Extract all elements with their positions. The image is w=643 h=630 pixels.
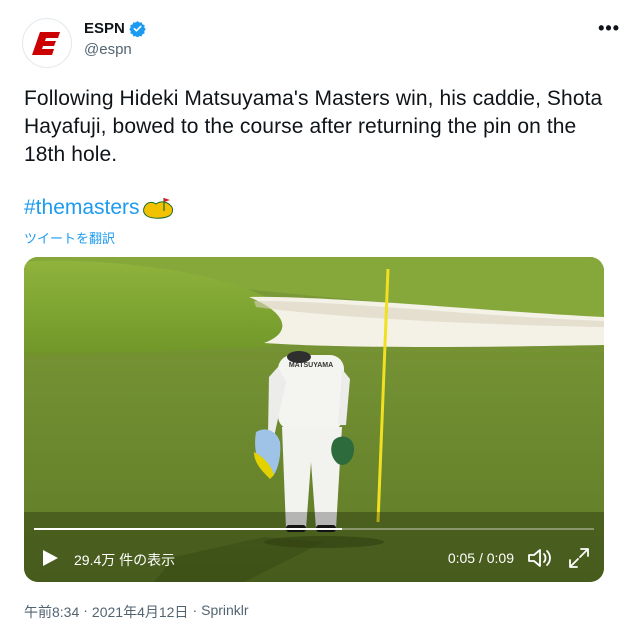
espn-logo-icon (32, 32, 60, 55)
progress-bar[interactable] (34, 528, 594, 530)
volume-icon[interactable] (526, 546, 552, 570)
video-player[interactable]: MATSUYAMA 29.4万 件の表示 0:05 / 0:09 (24, 257, 604, 582)
tweet-meta: 午前8:34 · 2021年4月12日 · Sprinklr (24, 602, 249, 622)
view-count: 29.4万 件の表示 (74, 552, 176, 568)
author-handle[interactable]: @espn (84, 41, 132, 58)
time-display: 0:05 / 0:09 (447, 550, 514, 566)
tweet-time[interactable]: 午前8:34 (24, 602, 79, 622)
author-name-row[interactable]: ESPN (84, 20, 146, 37)
more-options-icon[interactable]: ••• (598, 18, 620, 39)
hashtag-row: #themasters (24, 196, 176, 220)
tweet-date[interactable]: 2021年4月12日 (92, 602, 189, 622)
avatar[interactable] (22, 18, 72, 68)
tweet-header: ESPN @espn ••• (20, 14, 620, 70)
masters-logo-icon (142, 198, 173, 219)
hashtag-link[interactable]: #themasters (24, 196, 140, 220)
fullscreen-icon[interactable] (568, 547, 590, 569)
verified-badge-icon (129, 21, 146, 37)
video-frame: MATSUYAMA (24, 257, 604, 582)
tweet-source[interactable]: Sprinklr (201, 602, 248, 622)
play-icon[interactable] (40, 548, 60, 568)
video-controls: 29.4万 件の表示 0:05 / 0:09 (24, 536, 604, 582)
display-name[interactable]: ESPN (84, 20, 125, 37)
meta-separator: · (83, 602, 88, 618)
meta-separator: · (192, 602, 198, 618)
translate-tweet-link[interactable]: ツイートを翻訳 (24, 228, 115, 247)
progress-fill (34, 528, 342, 530)
shirt-name-text: MATSUYAMA (289, 362, 333, 369)
tweet-text: Following Hideki Matsuyama's Masters win… (24, 87, 603, 166)
